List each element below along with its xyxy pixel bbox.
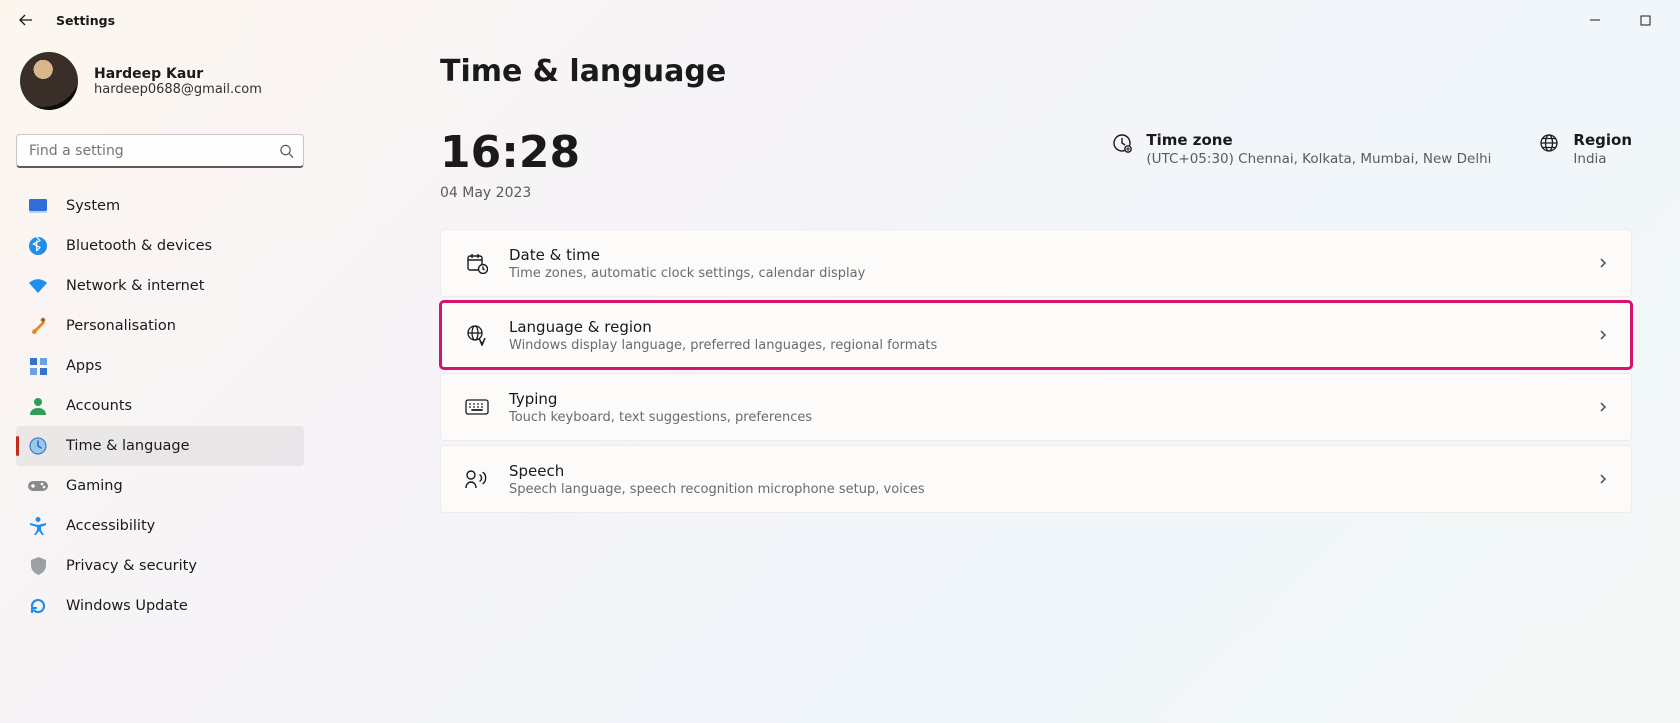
sidebar-item-label: Gaming xyxy=(66,478,123,494)
sidebar-item-system[interactable]: System xyxy=(16,186,304,226)
sidebar-item-label: Accounts xyxy=(66,398,132,414)
calendar-clock-icon xyxy=(463,252,491,274)
profile-block[interactable]: Hardeep Kaur hardeep0688@gmail.com xyxy=(16,40,304,128)
window-controls xyxy=(1572,2,1672,38)
chevron-right-icon xyxy=(1597,329,1609,341)
titlebar: Settings xyxy=(0,0,1680,40)
shield-icon xyxy=(28,556,48,576)
card-sub: Touch keyboard, text suggestions, prefer… xyxy=(509,410,812,425)
keyboard-icon xyxy=(463,399,491,415)
card-sub: Windows display language, preferred lang… xyxy=(509,338,937,353)
card-date-time[interactable]: Date & time Time zones, automatic clock … xyxy=(440,229,1632,297)
clock-date: 04 May 2023 xyxy=(440,185,580,201)
region-title: Region xyxy=(1573,131,1632,149)
card-sub: Speech language, speech recognition micr… xyxy=(509,482,925,497)
sidebar-item-accessibility[interactable]: Accessibility xyxy=(16,506,304,546)
sidebar-item-label: Time & language xyxy=(66,438,190,454)
person-icon xyxy=(28,396,48,416)
monitor-icon xyxy=(28,196,48,216)
card-speech[interactable]: Speech Speech language, speech recogniti… xyxy=(440,445,1632,513)
app-title: Settings xyxy=(56,13,115,28)
clock-globe-icon xyxy=(28,436,48,456)
sidebar-item-network[interactable]: Network & internet xyxy=(16,266,304,306)
sidebar: Hardeep Kaur hardeep0688@gmail.com Syste… xyxy=(0,40,320,723)
sidebar-item-windows-update[interactable]: Windows Update xyxy=(16,586,304,626)
minimize-button[interactable] xyxy=(1572,2,1618,38)
card-sub: Time zones, automatic clock settings, ca… xyxy=(509,266,865,281)
region-value: India xyxy=(1573,151,1632,167)
accessibility-icon xyxy=(28,516,48,536)
region-summary[interactable]: Region India xyxy=(1539,131,1632,167)
timezone-value: (UTC+05:30) Chennai, Kolkata, Mumbai, Ne… xyxy=(1146,151,1491,167)
apps-icon xyxy=(28,356,48,376)
sidebar-item-bluetooth[interactable]: Bluetooth & devices xyxy=(16,226,304,266)
sidebar-item-label: Bluetooth & devices xyxy=(66,238,212,254)
sidebar-item-label: Privacy & security xyxy=(66,558,197,574)
gamepad-icon xyxy=(28,476,48,496)
sidebar-item-time-language[interactable]: Time & language xyxy=(16,426,304,466)
nav-list: System Bluetooth & devices Network & int… xyxy=(16,186,304,626)
sidebar-item-apps[interactable]: Apps xyxy=(16,346,304,386)
language-globe-icon xyxy=(463,324,491,346)
summary-row: 16:28 04 May 2023 Time zone (UTC+05:30) … xyxy=(440,131,1632,201)
chevron-right-icon xyxy=(1597,401,1609,413)
speech-icon xyxy=(463,469,491,489)
arrow-left-icon xyxy=(18,12,34,28)
update-icon xyxy=(28,596,48,616)
card-title: Typing xyxy=(509,390,812,408)
profile-email: hardeep0688@gmail.com xyxy=(94,82,262,97)
card-typing[interactable]: Typing Touch keyboard, text suggestions,… xyxy=(440,373,1632,441)
timezone-summary[interactable]: Time zone (UTC+05:30) Chennai, Kolkata, … xyxy=(1112,131,1491,167)
card-title: Speech xyxy=(509,462,925,480)
search-box xyxy=(16,134,304,168)
avatar xyxy=(20,52,78,110)
chevron-right-icon xyxy=(1597,257,1609,269)
maximize-button[interactable] xyxy=(1622,2,1668,38)
minimize-icon xyxy=(1589,14,1601,26)
sidebar-item-label: Apps xyxy=(66,358,102,374)
clock-block: 16:28 04 May 2023 xyxy=(440,131,580,201)
card-title: Date & time xyxy=(509,246,865,264)
profile-name: Hardeep Kaur xyxy=(94,66,262,82)
sidebar-item-label: System xyxy=(66,198,120,214)
sidebar-item-gaming[interactable]: Gaming xyxy=(16,466,304,506)
search-icon xyxy=(279,144,294,159)
sidebar-item-personalisation[interactable]: Personalisation xyxy=(16,306,304,346)
cards-list: Date & time Time zones, automatic clock … xyxy=(440,229,1632,513)
brush-icon xyxy=(28,316,48,336)
search-input[interactable] xyxy=(16,134,304,168)
globe-icon xyxy=(1539,133,1559,153)
sidebar-item-accounts[interactable]: Accounts xyxy=(16,386,304,426)
chevron-right-icon xyxy=(1597,473,1609,485)
content-area: Time & language 16:28 04 May 2023 Time z… xyxy=(320,40,1680,723)
clock-icon xyxy=(1112,133,1132,153)
sidebar-item-label: Personalisation xyxy=(66,318,176,334)
sidebar-item-label: Accessibility xyxy=(66,518,155,534)
page-title: Time & language xyxy=(440,54,1632,89)
card-title: Language & region xyxy=(509,318,937,336)
bluetooth-icon xyxy=(28,236,48,256)
sidebar-item-privacy[interactable]: Privacy & security xyxy=(16,546,304,586)
sidebar-item-label: Windows Update xyxy=(66,598,188,614)
maximize-icon xyxy=(1640,15,1651,26)
sidebar-item-label: Network & internet xyxy=(66,278,204,294)
clock-time: 16:28 xyxy=(440,131,580,175)
card-language-region[interactable]: Language & region Windows display langua… xyxy=(440,301,1632,369)
timezone-title: Time zone xyxy=(1146,131,1491,149)
wifi-icon xyxy=(28,276,48,296)
back-button[interactable] xyxy=(8,2,44,38)
